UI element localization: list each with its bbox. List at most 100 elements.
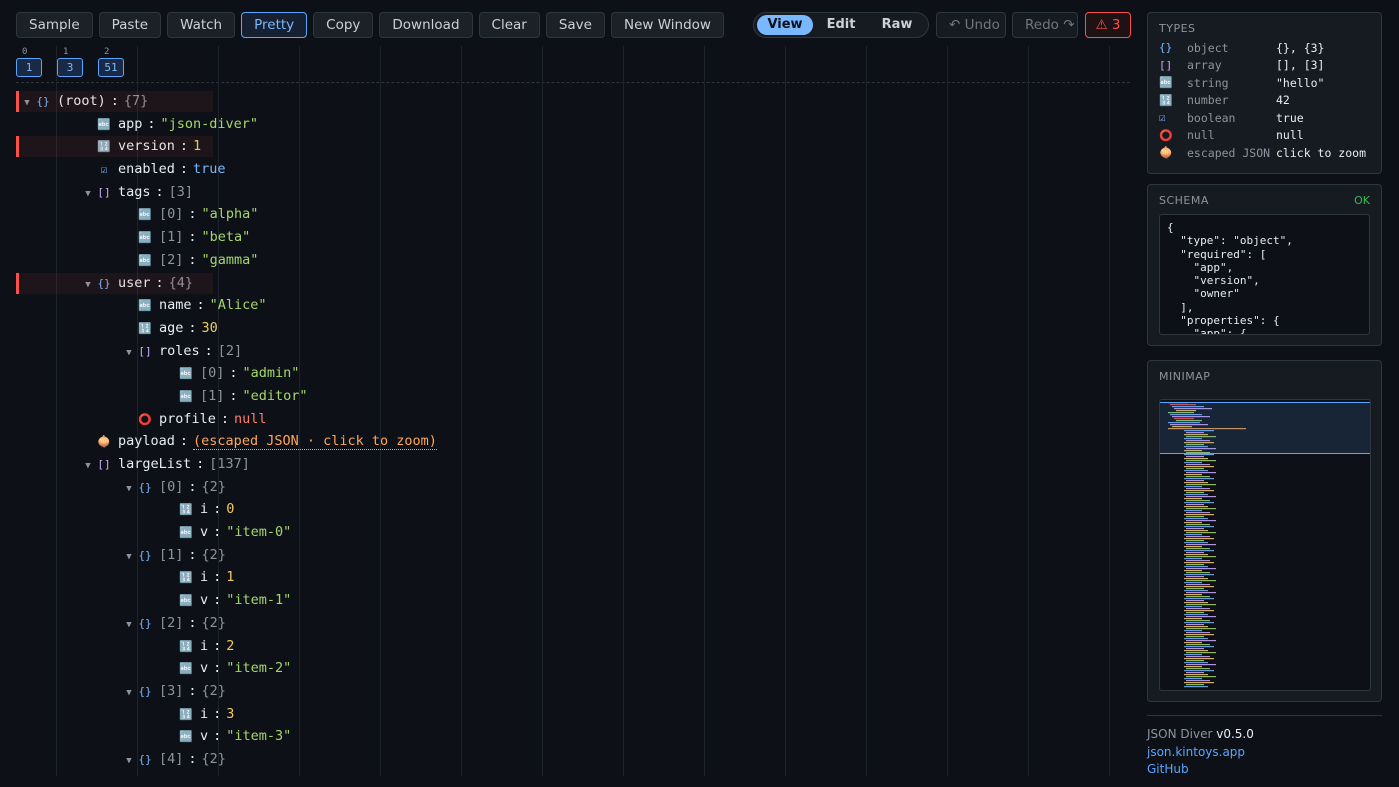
copy-button[interactable]: Copy (313, 12, 374, 38)
minimap-line (1184, 630, 1202, 632)
collapse-toggle-icon[interactable]: ▼ (81, 183, 95, 206)
string-icon: 🔤 (138, 253, 152, 267)
tree-row[interactable]: ▼{} [1]: {2} (16, 544, 1130, 567)
depth-count[interactable]: 1 (16, 58, 42, 77)
tree-row[interactable]: 🔢 i:3 (16, 703, 1130, 726)
tree-row[interactable]: ▼{} [4]: {2} (16, 748, 1130, 771)
minimap-line (1186, 608, 1210, 610)
tree-row[interactable]: ▼{} [2]: {2} (16, 612, 1130, 635)
depth-count[interactable]: 51 (98, 58, 124, 77)
collapse-toggle-icon[interactable]: ▼ (122, 614, 136, 637)
tree-index: [0] (159, 206, 184, 223)
minimap-line (1186, 588, 1204, 590)
tree-row[interactable]: ☑ enabled: true (16, 158, 1130, 181)
save-button[interactable]: Save (545, 12, 605, 38)
undo-button[interactable]: ↶ Undo (936, 12, 1006, 38)
tree-row[interactable]: ▼[] tags: [3] (16, 181, 1130, 204)
minimap-line (1184, 538, 1214, 540)
footer-site-link[interactable]: json.kintoys.app (1147, 744, 1382, 762)
collapse-toggle-icon[interactable]: ▼ (122, 478, 136, 501)
pretty-button[interactable]: Pretty (241, 12, 308, 38)
tree-value: "editor" (242, 387, 308, 404)
number-icon: 🔢 (97, 140, 111, 154)
collapse-toggle-icon[interactable]: ▼ (20, 92, 34, 115)
minimap-line (1186, 456, 1204, 458)
new-window-button[interactable]: New Window (610, 12, 724, 38)
tree-row[interactable]: 🔤 app: "json-diver" (16, 113, 1130, 136)
minimap-line (1186, 652, 1216, 654)
minimap-line (1186, 524, 1210, 526)
tree-row[interactable]: ▼{} user: {4} (16, 272, 1130, 295)
collapse-toggle-icon[interactable]: ▼ (122, 342, 136, 365)
minimap-line (1184, 682, 1214, 684)
tree-row[interactable]: 🔢 age:30 (16, 317, 1130, 340)
tree-row[interactable]: 🔤 [1]: "editor" (16, 385, 1130, 408)
tree-row[interactable]: 🔤 [2]: "gamma" (16, 249, 1130, 272)
depth-chip[interactable]: 13 (57, 46, 83, 77)
minimap-line (1186, 640, 1216, 642)
tree-row[interactable]: 🔤 [1]: "beta" (16, 226, 1130, 249)
minimap-line (1184, 634, 1214, 636)
tree-row[interactable]: 🔤 v: "item-1" (16, 589, 1130, 612)
sample-button[interactable]: Sample (16, 12, 93, 38)
minimap-canvas[interactable] (1159, 399, 1371, 691)
mode-edit-tab[interactable]: Edit (813, 15, 869, 35)
tree-row[interactable]: 🔤 v: "item-3" (16, 725, 1130, 748)
paste-button[interactable]: Paste (98, 12, 162, 38)
minimap-line (1184, 662, 1208, 664)
redo-button[interactable]: Redo ↷ (1012, 12, 1078, 38)
tree-value: "item-3" (226, 728, 292, 745)
tree-row[interactable]: ⭕ profile: null (16, 408, 1130, 431)
escaped-json-link[interactable]: (escaped JSON · click to zoom) (193, 433, 437, 451)
tree-row[interactable]: ▼[] roles: [2] (16, 340, 1130, 363)
tree-row[interactable]: 🔤 v: "item-2" (16, 657, 1130, 680)
tree-value: 1 (226, 569, 235, 586)
tree-row[interactable]: 🔤 v: "item-0" (16, 521, 1130, 544)
tree-row[interactable]: ▼{} (root): {7} (16, 90, 1130, 113)
tree-row[interactable]: 🧅 payload: (escaped JSON · click to zoom) (16, 430, 1130, 453)
object-icon: {} (97, 276, 111, 290)
minimap-line (1184, 686, 1208, 688)
depth-level-label: 0 (22, 47, 28, 57)
tree-row[interactable]: 🔤 name: "Alice" (16, 294, 1130, 317)
minimap-line (1186, 664, 1216, 666)
tree-row[interactable]: 🔤 [0]: "admin" (16, 362, 1130, 385)
minimap-panel: MINIMAP (1147, 360, 1382, 702)
tree-separator: : (213, 637, 222, 654)
minimap-line (1184, 458, 1208, 460)
tree-row[interactable]: 🔢 i:2 (16, 635, 1130, 658)
type-example: [], [3] (1276, 58, 1325, 73)
tree-row[interactable]: ▼[] largeList: [137] (16, 453, 1130, 476)
clear-button[interactable]: Clear (478, 12, 540, 38)
minimap-line (1186, 512, 1210, 514)
tree-key: v (200, 728, 209, 745)
errors-badge-button[interactable]: ⚠ 3 (1085, 12, 1131, 38)
mode-raw-tab[interactable]: Raw (869, 15, 925, 35)
mode-view-tab[interactable]: View (757, 15, 813, 35)
minimap-viewport[interactable] (1160, 402, 1370, 454)
tree-row[interactable]: 🔢 version:1 (16, 135, 1130, 158)
minimap-line (1184, 674, 1208, 676)
schema-editor[interactable]: { "type": "object", "required": [ "app",… (1159, 214, 1370, 335)
collapse-toggle-icon[interactable]: ▼ (122, 682, 136, 705)
depth-count[interactable]: 3 (57, 58, 83, 77)
type-name: object (1187, 40, 1229, 55)
watch-button[interactable]: Watch (167, 12, 236, 38)
download-button[interactable]: Download (379, 12, 473, 38)
footer-github-link[interactable]: GitHub (1147, 761, 1382, 779)
collapse-toggle-icon[interactable]: ▼ (122, 750, 136, 773)
depth-level-label: 2 (104, 47, 110, 57)
depth-chip[interactable]: 01 (16, 46, 42, 77)
collapse-toggle-icon[interactable]: ▼ (122, 546, 136, 569)
tree-row[interactable]: ▼{} [3]: {2} (16, 680, 1130, 703)
tree-row[interactable]: ▼{} [0]: {2} (16, 476, 1130, 499)
collapse-toggle-icon[interactable]: ▼ (81, 274, 95, 297)
minimap-line (1186, 544, 1216, 546)
tree-row[interactable]: 🔢 i:1 (16, 566, 1130, 589)
depth-chip[interactable]: 2 51 (98, 46, 124, 77)
types-legend-row: {} object {}, {3} (1148, 39, 1381, 57)
tree-row[interactable]: 🔢 i:0 (16, 498, 1130, 521)
collapse-toggle-icon[interactable]: ▼ (81, 455, 95, 478)
object-icon: {} (138, 480, 152, 494)
tree-row[interactable]: 🔤 [0]: "alpha" (16, 203, 1130, 226)
